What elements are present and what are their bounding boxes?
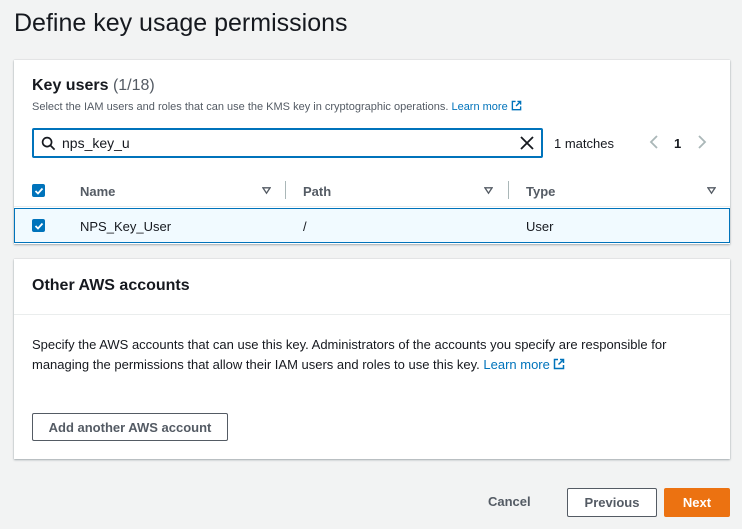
learn-more-label: Learn more (451, 101, 508, 113)
key-users-count: (1/18) (112, 77, 155, 94)
other-accounts-description: Specify the AWS accounts that can use th… (32, 335, 692, 375)
next-button[interactable]: Next (664, 488, 730, 517)
checkmark-icon (34, 222, 44, 230)
page-title: Define key usage permissions (14, 9, 348, 37)
cancel-button[interactable]: Cancel (488, 494, 531, 509)
other-accounts-panel: Other AWS accounts Specify the AWS accou… (14, 259, 730, 459)
key-users-header: Key users (1/18) (32, 77, 155, 95)
column-divider[interactable] (508, 181, 509, 199)
search-icon (41, 136, 56, 151)
chevron-left-icon[interactable] (648, 135, 660, 149)
previous-button[interactable]: Previous (567, 488, 657, 517)
key-users-title: Key users (32, 77, 109, 94)
column-header-name[interactable]: Name (80, 184, 115, 199)
search-input[interactable] (62, 133, 512, 153)
key-users-learn-more-link[interactable]: Learn more (451, 100, 522, 113)
select-all-checkbox[interactable] (32, 184, 45, 197)
key-users-description-text: Select the IAM users and roles that can … (32, 101, 449, 113)
sort-caret-icon[interactable] (262, 186, 271, 195)
clear-icon[interactable] (519, 135, 535, 151)
key-users-description: Select the IAM users and roles that can … (32, 100, 522, 113)
row-checkbox[interactable] (32, 219, 45, 232)
chevron-right-icon[interactable] (696, 135, 708, 149)
page-number[interactable]: 1 (674, 136, 681, 151)
column-header-path[interactable]: Path (303, 184, 331, 199)
external-link-icon (553, 358, 565, 370)
matches-count: 1 matches (554, 136, 614, 151)
sort-caret-icon[interactable] (707, 186, 716, 195)
add-aws-account-button[interactable]: Add another AWS account (32, 413, 228, 441)
other-accounts-learn-more-link[interactable]: Learn more (483, 357, 565, 372)
sort-caret-icon[interactable] (484, 186, 493, 195)
external-link-icon (511, 100, 522, 111)
learn-more-label: Learn more (483, 357, 550, 372)
row-path: / (303, 219, 307, 234)
search-box (32, 128, 543, 158)
key-users-panel: Key users (1/18) Select the IAM users an… (14, 60, 730, 244)
row-type: User (526, 219, 554, 234)
other-accounts-description-text: Specify the AWS accounts that can use th… (32, 337, 667, 372)
table-row[interactable]: NPS_Key_User / User (14, 208, 730, 243)
table-header: Name Path Type (14, 175, 730, 207)
column-header-type[interactable]: Type (526, 184, 555, 199)
other-accounts-header: Other AWS accounts (14, 259, 730, 315)
row-name: NPS_Key_User (80, 219, 172, 234)
other-accounts-title: Other AWS accounts (32, 277, 190, 294)
column-divider[interactable] (285, 181, 286, 199)
checkmark-icon (34, 187, 44, 195)
